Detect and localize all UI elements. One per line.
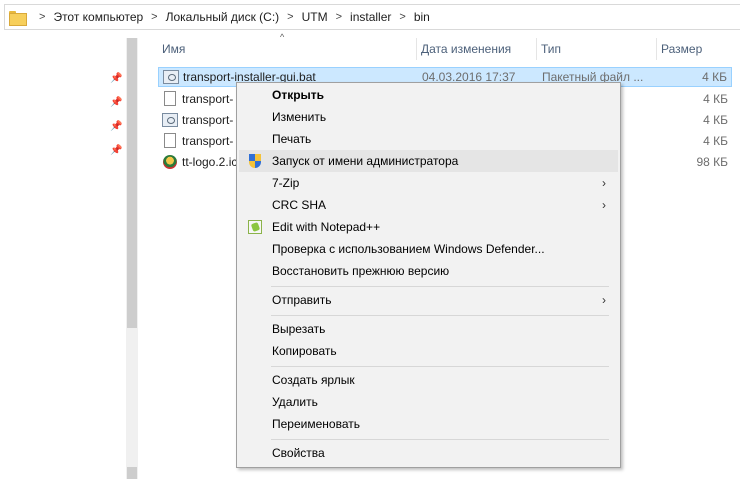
uac-shield-icon xyxy=(247,153,263,169)
menu-item-label: Копировать xyxy=(272,344,337,358)
breadcrumb-local-disk[interactable]: Локальный диск (C:) xyxy=(166,10,280,24)
breadcrumb-bin[interactable]: bin xyxy=(414,10,430,24)
menu-item-crc-sha[interactable]: CRC SHA › xyxy=(239,194,618,216)
column-date-label: Дата изменения xyxy=(421,42,512,56)
file-name: tt-logo.2.ic xyxy=(182,155,238,169)
breadcrumb-this-pc[interactable]: Этот компьютер xyxy=(53,10,143,24)
menu-item-properties[interactable]: Свойства xyxy=(239,442,618,464)
breadcrumb-separator[interactable]: > xyxy=(336,11,342,23)
pin-icon[interactable]: 📌 xyxy=(110,98,122,108)
menu-item-label: CRC SHA xyxy=(272,198,327,212)
menu-separator xyxy=(271,366,609,367)
menu-item-send-to[interactable]: Отправить › xyxy=(239,289,618,311)
file-size: 4 КБ xyxy=(703,134,728,148)
file-icon xyxy=(162,133,178,149)
menu-item-label: Вырезать xyxy=(272,322,326,336)
menu-item-label: Изменить xyxy=(272,110,327,124)
menu-item-7zip[interactable]: 7-Zip › xyxy=(239,172,618,194)
breadcrumb-separator[interactable]: > xyxy=(287,11,293,23)
file-size: 98 КБ xyxy=(696,155,728,169)
scrollbar-down-button[interactable] xyxy=(127,467,137,479)
breadcrumb-separator: > xyxy=(39,11,46,23)
menu-item-rename[interactable]: Переименовать xyxy=(239,413,618,435)
column-header-type[interactable]: Тип xyxy=(536,38,654,60)
pin-icon[interactable]: 📌 xyxy=(110,122,122,132)
column-header-name[interactable]: Имя xyxy=(158,38,414,60)
menu-item-label: Проверка с использованием Windows Defend… xyxy=(272,242,545,256)
folder-icon xyxy=(9,10,27,26)
menu-item-label: Удалить xyxy=(272,395,318,409)
menu-item-label: Печать xyxy=(272,132,312,146)
column-header-date[interactable]: Дата изменения xyxy=(416,38,534,60)
bat-file-icon xyxy=(162,112,178,128)
file-size: 4 КБ xyxy=(703,92,728,106)
address-bar[interactable]: > Этот компьютер > Локальный диск (C:) >… xyxy=(4,4,740,30)
menu-item-label: Открыть xyxy=(272,88,325,102)
breadcrumb-installer[interactable]: installer xyxy=(350,10,391,24)
menu-item-label: Edit with Notepad++ xyxy=(272,220,381,234)
file-name: transport- xyxy=(182,134,234,148)
navigation-pane[interactable]: 📌 📌 📌 📌 xyxy=(0,34,124,479)
menu-item-edit[interactable]: Изменить xyxy=(239,106,618,128)
notepad-plus-plus-icon xyxy=(247,219,263,235)
nav-pane-scrollbar[interactable] xyxy=(126,38,138,479)
breadcrumb-separator[interactable]: > xyxy=(151,11,157,23)
column-type-label: Тип xyxy=(541,42,562,56)
context-menu: Открыть Изменить Печать Запуск от имени … xyxy=(236,82,621,468)
menu-separator xyxy=(271,315,609,316)
file-icon xyxy=(162,91,178,107)
menu-item-label: Отправить xyxy=(272,293,332,307)
menu-item-delete[interactable]: Удалить xyxy=(239,391,618,413)
submenu-arrow-icon: › xyxy=(602,176,606,190)
menu-item-create-shortcut[interactable]: Создать ярлык xyxy=(239,369,618,391)
pin-icon[interactable]: 📌 xyxy=(110,74,122,84)
menu-item-windows-defender-scan[interactable]: Проверка с использованием Windows Defend… xyxy=(239,238,618,260)
file-size: 4 КБ xyxy=(703,113,728,127)
column-header-size[interactable]: Размер xyxy=(656,38,740,60)
menu-item-edit-notepad-plus-plus[interactable]: Edit with Notepad++ xyxy=(239,216,618,238)
menu-separator xyxy=(271,439,609,440)
menu-item-open[interactable]: Открыть xyxy=(239,84,618,106)
submenu-arrow-icon: › xyxy=(602,293,606,307)
menu-item-label: Запуск от имени администратора xyxy=(272,154,459,168)
breadcrumb-separator[interactable]: > xyxy=(399,11,405,23)
menu-item-label: Переименовать xyxy=(272,417,360,431)
menu-item-label: Создать ярлык xyxy=(272,373,355,387)
menu-item-print[interactable]: Печать xyxy=(239,128,618,150)
submenu-arrow-icon: › xyxy=(602,198,606,212)
menu-item-label: Восстановить прежнюю версию xyxy=(272,264,450,278)
file-name: transport- xyxy=(182,113,234,127)
menu-item-restore-previous-version[interactable]: Восстановить прежнюю версию xyxy=(239,260,618,282)
pin-icon[interactable]: 📌 xyxy=(110,146,122,156)
column-size-label: Размер xyxy=(661,42,703,56)
file-name: transport- xyxy=(182,92,234,106)
menu-item-copy[interactable]: Копировать xyxy=(239,340,618,362)
file-size: 4 КБ xyxy=(702,70,727,84)
column-name-label: Имя xyxy=(162,42,186,56)
logo-icon xyxy=(162,154,178,170)
menu-item-label: Свойства xyxy=(272,446,325,460)
menu-item-label: 7-Zip xyxy=(272,176,300,190)
menu-separator xyxy=(271,286,609,287)
menu-item-run-as-admin[interactable]: Запуск от имени администратора xyxy=(239,150,618,172)
bat-file-icon xyxy=(163,69,179,85)
scrollbar-thumb[interactable] xyxy=(127,38,137,328)
menu-item-cut[interactable]: Вырезать xyxy=(239,318,618,340)
breadcrumb-utm[interactable]: UTM xyxy=(302,10,328,24)
